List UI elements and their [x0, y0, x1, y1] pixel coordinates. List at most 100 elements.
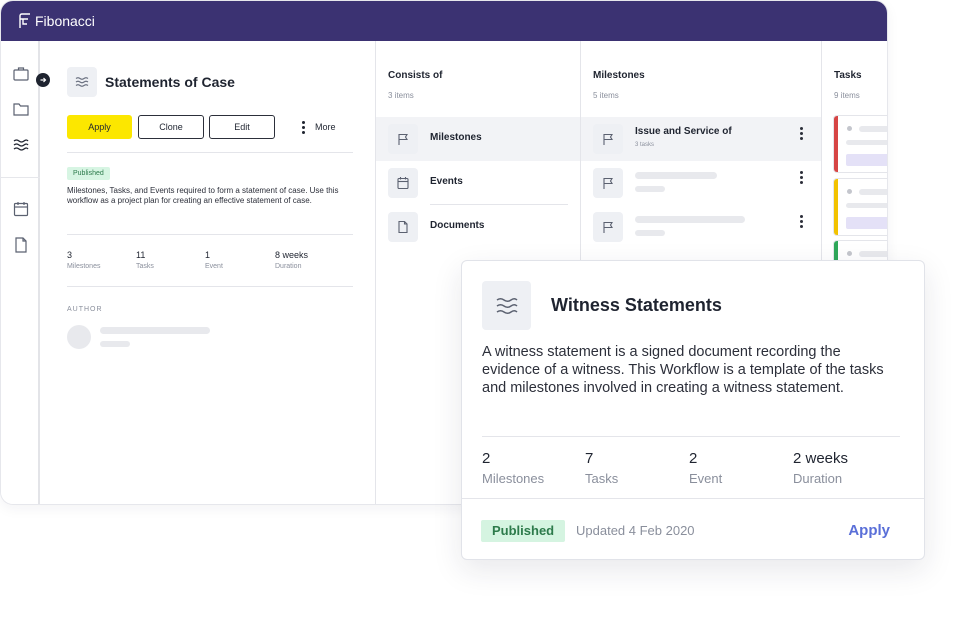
- stat-tasks: 11 Tasks: [136, 250, 154, 270]
- task-tag: [846, 217, 887, 229]
- column-heading: Consists of: [388, 70, 443, 81]
- skeleton-line: [635, 230, 665, 236]
- milestone-item[interactable]: [581, 205, 821, 249]
- task-card[interactable]: [834, 179, 887, 235]
- skeleton-line: [635, 216, 745, 223]
- stat-value: 3: [67, 250, 73, 260]
- flag-icon: [593, 124, 623, 154]
- list-item-label: Events: [430, 176, 463, 187]
- divider: [482, 436, 900, 437]
- card-description: A witness statement is a signed document…: [482, 344, 884, 396]
- status-badge: Published: [481, 520, 566, 542]
- card-stat-duration: 2 weeks Duration: [793, 450, 848, 486]
- skeleton-line: [859, 251, 887, 257]
- flag-icon: [388, 124, 418, 154]
- calendar-icon: [388, 168, 418, 198]
- waves-icon: [482, 281, 531, 330]
- brand-name: Fibonacci: [35, 13, 95, 29]
- skeleton-line: [846, 140, 887, 145]
- calendar-icon[interactable]: [12, 200, 30, 218]
- kebab-icon[interactable]: [800, 215, 803, 228]
- more-button[interactable]: More: [302, 115, 358, 139]
- skeleton-line: [100, 327, 210, 334]
- document-icon[interactable]: [12, 236, 30, 254]
- stat-label: Duration: [793, 471, 843, 486]
- card-stat-event: 2 Event: [689, 450, 722, 486]
- skeleton-line: [635, 172, 717, 179]
- stat-label: Tasks: [585, 471, 619, 486]
- stat-label: Duration: [275, 263, 302, 270]
- page-title: Statements of Case: [105, 74, 235, 90]
- briefcase-icon[interactable]: [12, 65, 30, 83]
- divider: [462, 498, 924, 499]
- avatar: [67, 325, 91, 349]
- collapse-toggle-arrow-icon[interactable]: [36, 73, 50, 87]
- edit-button[interactable]: Edit: [209, 115, 275, 139]
- column-count: 5 items: [593, 91, 619, 100]
- stat-value: 2: [482, 450, 491, 467]
- stat-event: 1 Event: [205, 250, 223, 270]
- list-item-events[interactable]: Events: [376, 161, 580, 205]
- rail-divider: [1, 177, 40, 178]
- description: Milestones, Tasks, and Events required t…: [67, 186, 339, 205]
- divider: [67, 234, 353, 235]
- task-color-bar: [834, 116, 838, 172]
- skeleton-line: [859, 126, 887, 132]
- stat-label: Tasks: [136, 263, 154, 270]
- stat-duration: 8 weeks Duration: [275, 250, 308, 270]
- kebab-icon: [302, 120, 305, 134]
- milestone-title: Issue and Service of: [635, 126, 732, 137]
- stat-value: 11: [136, 250, 146, 260]
- status-badge: Published: [67, 167, 110, 180]
- skeleton-line: [100, 341, 130, 347]
- document-icon: [388, 212, 418, 242]
- clone-button[interactable]: Clone: [138, 115, 204, 139]
- card-stat-milestones: 2 Milestones: [482, 450, 544, 486]
- fibonacci-logo-icon: [17, 13, 31, 29]
- top-bar: Fibonacci: [1, 1, 887, 41]
- list-item-documents[interactable]: Documents: [376, 205, 580, 249]
- card-stat-tasks: 7 Tasks: [585, 450, 618, 486]
- task-status-dot: [847, 126, 852, 131]
- column-heading: Milestones: [593, 70, 645, 81]
- waves-icon: [67, 67, 97, 97]
- author-heading: AUTHOR: [67, 306, 103, 313]
- task-color-bar: [834, 179, 838, 235]
- flag-icon: [593, 168, 623, 198]
- stat-milestones: 3 Milestones: [67, 250, 100, 270]
- kebab-icon[interactable]: [800, 171, 803, 184]
- milestone-subtitle: 3 tasks: [635, 142, 655, 148]
- more-label: More: [315, 122, 336, 132]
- list-item-label: Milestones: [430, 132, 482, 143]
- detail-panel: Statements of Case Apply Clone Edit More…: [42, 41, 376, 504]
- updated-date: Updated 4 Feb 2020: [576, 523, 695, 538]
- stat-value: 8 weeks: [275, 250, 309, 260]
- waves-icon[interactable]: [12, 136, 30, 154]
- card-title: Witness Statements: [551, 295, 722, 315]
- milestone-item[interactable]: [581, 161, 821, 205]
- apply-button[interactable]: Apply: [67, 115, 132, 139]
- folder-icon[interactable]: [12, 100, 30, 118]
- apply-link[interactable]: Apply: [848, 522, 890, 539]
- skeleton-line: [859, 189, 887, 195]
- stat-label: Milestones: [482, 471, 545, 486]
- milestone-item[interactable]: Issue and Service of 3 tasks: [581, 117, 821, 161]
- kebab-icon[interactable]: [800, 127, 803, 140]
- column-count: 3 items: [388, 91, 414, 100]
- list-item-milestones[interactable]: Milestones: [376, 117, 580, 161]
- divider: [67, 286, 353, 287]
- stat-value: 7: [585, 450, 594, 467]
- task-status-dot: [847, 251, 852, 256]
- skeleton-line: [846, 203, 887, 208]
- list-item-label: Documents: [430, 220, 485, 231]
- flag-icon: [593, 212, 623, 242]
- task-tag: [846, 154, 887, 166]
- brand[interactable]: Fibonacci: [17, 13, 95, 29]
- task-status-dot: [847, 189, 852, 194]
- workflow-card[interactable]: Witness Statements A witness statement i…: [461, 260, 925, 560]
- task-card[interactable]: [834, 116, 887, 172]
- stat-label: Milestones: [67, 263, 101, 270]
- stat-value: 2: [689, 450, 698, 467]
- divider: [67, 152, 353, 153]
- stat-label: Event: [689, 471, 723, 486]
